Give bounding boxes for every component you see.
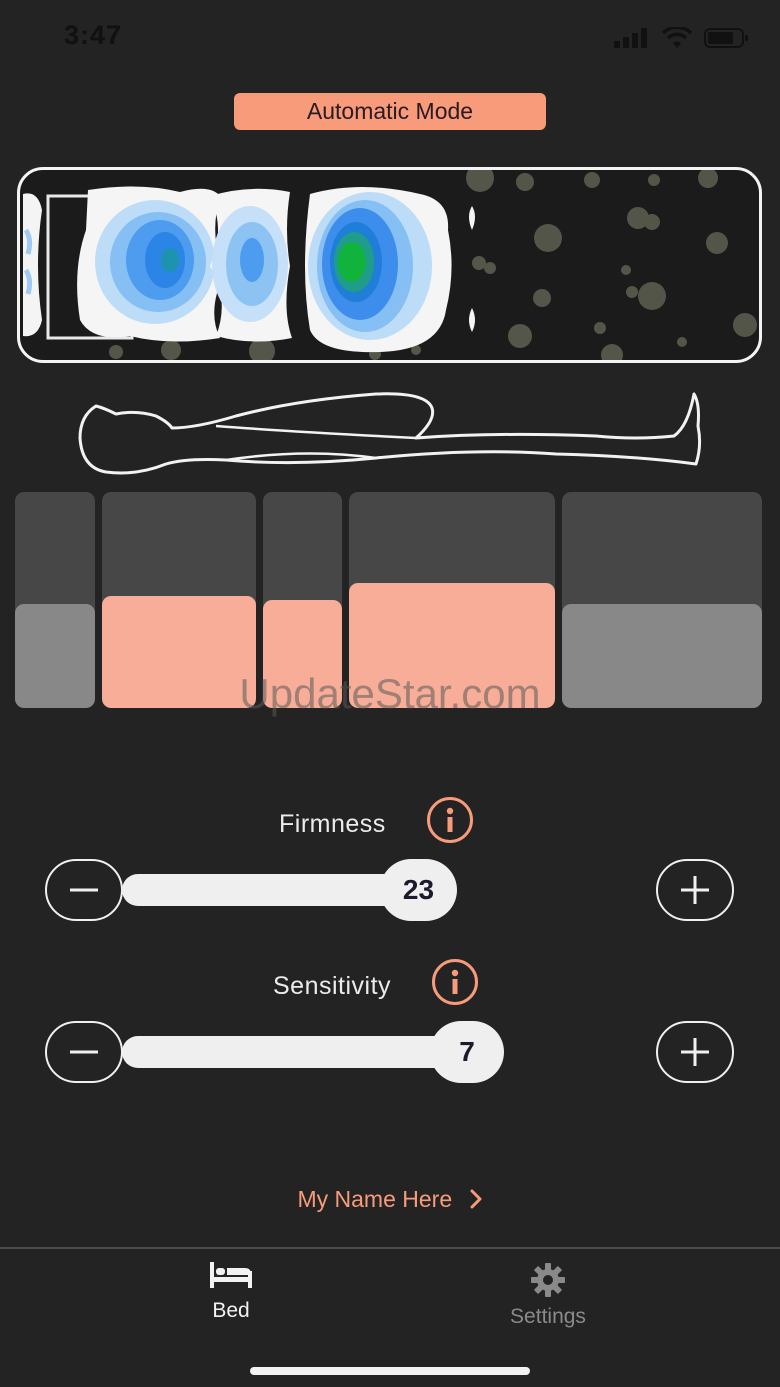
zone-fill [562, 604, 762, 708]
sensitivity-slider-thumb[interactable]: 7 [430, 1021, 504, 1083]
cellular-signal-icon [614, 28, 647, 48]
automatic-mode-button[interactable]: Automatic Mode [234, 93, 546, 130]
zone-legs[interactable] [562, 492, 762, 708]
profile-link[interactable]: My Name Here [0, 1186, 780, 1213]
firmness-decrease-button[interactable] [45, 859, 123, 921]
sensitivity-increase-button[interactable] [656, 1021, 734, 1083]
tab-bed-label: Bed [212, 1299, 250, 1322]
zone-waist[interactable] [263, 492, 342, 708]
sensitivity-info-icon[interactable] [432, 959, 478, 1005]
plus-icon [681, 1038, 709, 1066]
sensitivity-label: Sensitivity [273, 972, 392, 1000]
firmness-slider-thumb[interactable]: 23 [380, 859, 457, 921]
pressure-heatmap [23, 170, 757, 360]
firmness-info-icon[interactable] [427, 797, 473, 843]
status-time: 3:47 [64, 20, 123, 50]
battery-icon [704, 28, 748, 48]
firmness-increase-button[interactable] [656, 859, 734, 921]
tab-bed[interactable]: Bed [151, 1262, 311, 1323]
tab-settings[interactable]: Settings [468, 1262, 628, 1329]
bed-icon [210, 1262, 252, 1288]
tab-bar-divider [0, 1247, 780, 1249]
firmness-slider-track[interactable] [122, 874, 422, 906]
pressure-map [17, 167, 762, 363]
gear-icon [531, 1263, 565, 1297]
profile-link-label: My Name Here [297, 1186, 453, 1212]
zone-fill [102, 595, 256, 708]
minus-icon [70, 888, 98, 892]
zone-fill [349, 582, 555, 708]
home-indicator [250, 1367, 530, 1375]
plus-icon [681, 876, 709, 904]
wifi-icon [662, 27, 692, 48]
chevron-right-icon [470, 1189, 482, 1209]
zone-shoulders[interactable] [102, 492, 256, 708]
zone-fill [15, 604, 95, 708]
minus-icon [70, 1050, 98, 1054]
firmness-label: Firmness [279, 810, 386, 838]
body-silhouette-icon [78, 392, 702, 475]
zone-head[interactable] [15, 492, 95, 708]
tab-settings-label: Settings [510, 1305, 586, 1328]
sensitivity-decrease-button[interactable] [45, 1021, 123, 1083]
sensitivity-slider-track[interactable] [122, 1036, 462, 1068]
status-icons [614, 26, 750, 50]
zone-fill [263, 600, 342, 708]
zone-hips[interactable] [349, 492, 555, 708]
